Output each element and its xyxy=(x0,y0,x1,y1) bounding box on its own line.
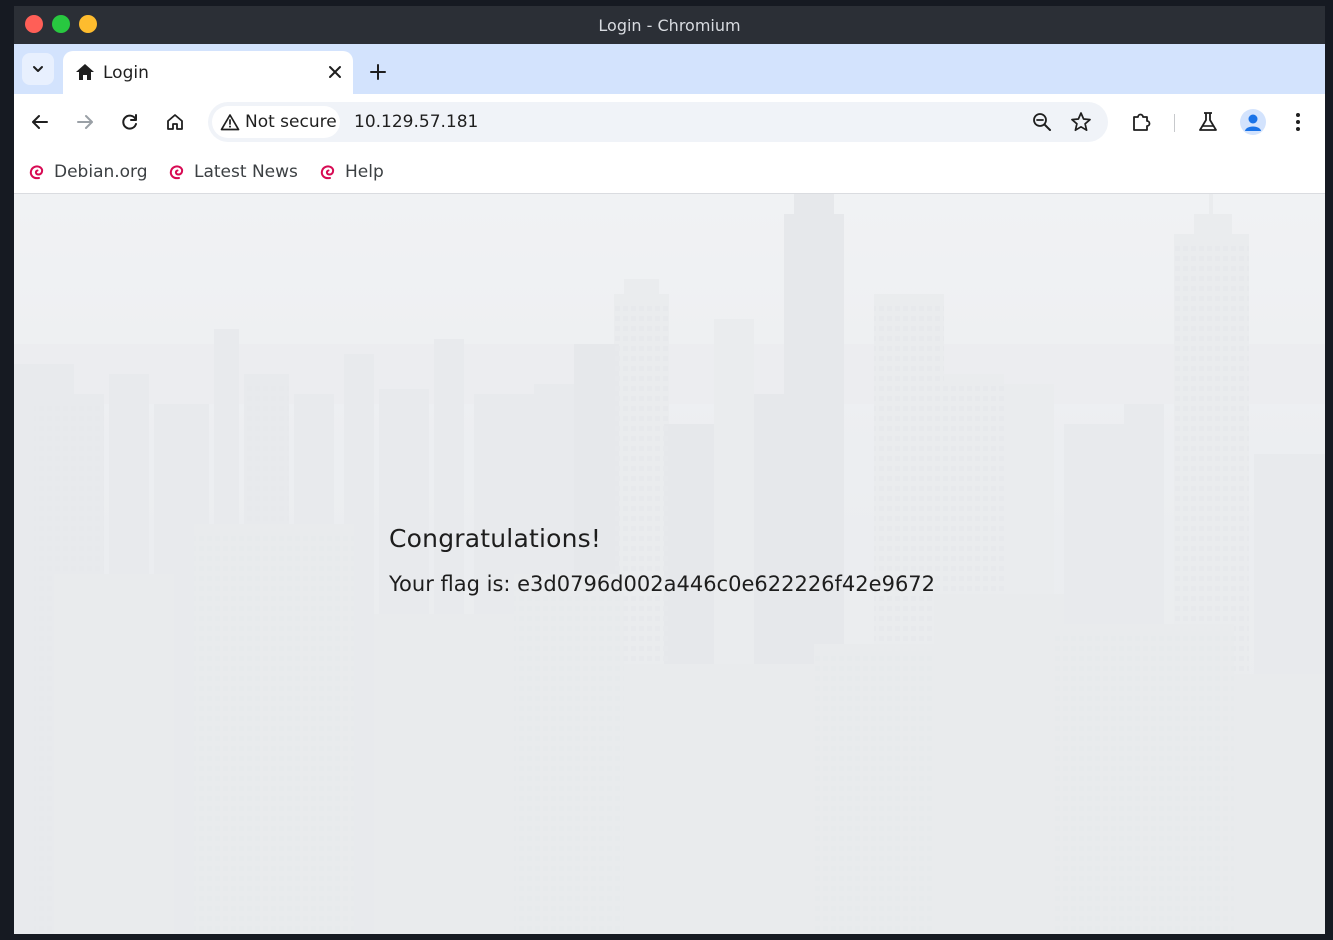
home-button[interactable] xyxy=(161,108,189,136)
tab-login[interactable]: Login xyxy=(63,51,353,94)
arrow-left-icon xyxy=(32,115,48,129)
navigation-toolbar: Not secure 10.129.57.181 xyxy=(14,94,1325,150)
debian-swirl-icon xyxy=(169,165,184,180)
plus-icon xyxy=(370,64,386,80)
menu-button[interactable] xyxy=(1284,108,1312,136)
flask-icon xyxy=(1199,112,1217,131)
tab-search-button[interactable] xyxy=(22,53,54,85)
star-icon xyxy=(1071,112,1091,132)
close-icon xyxy=(329,66,341,78)
home-outline-icon xyxy=(167,114,183,130)
warning-triangle-icon xyxy=(220,114,240,131)
bookmark-help[interactable]: Help xyxy=(319,160,384,184)
tab-close-button[interactable] xyxy=(325,61,345,83)
kebab-menu-icon xyxy=(1296,113,1300,131)
person-icon xyxy=(1245,114,1261,131)
flag-text: Your flag is: e3d0796d002a446c0e622226f4… xyxy=(389,572,936,596)
bookmarks-bar: Debian.org Latest News Help xyxy=(14,150,1325,194)
url-text[interactable]: 10.129.57.181 xyxy=(354,112,478,132)
address-bar[interactable]: Not secure 10.129.57.181 xyxy=(208,102,1108,142)
profile-avatar[interactable] xyxy=(1240,109,1266,135)
success-message: Congratulations! Your flag is: e3d0796d0… xyxy=(389,524,935,596)
extensions-button[interactable] xyxy=(1127,108,1155,136)
forward-button[interactable] xyxy=(71,108,99,136)
new-tab-button[interactable] xyxy=(366,60,390,84)
chevron-down-icon xyxy=(33,66,43,72)
zoom-button[interactable] xyxy=(1031,111,1053,133)
tab-title: Login xyxy=(103,63,149,83)
puzzle-piece-icon xyxy=(1133,113,1151,131)
bookmark-label: Debian.org xyxy=(54,162,148,182)
bookmark-debian-org[interactable]: Debian.org xyxy=(28,160,148,184)
browser-window: Login - Chromium Login Not secure 10.129… xyxy=(14,6,1325,934)
arrow-right-icon xyxy=(77,115,93,129)
security-label: Not secure xyxy=(245,112,337,132)
site-info-chip[interactable]: Not secure xyxy=(212,106,340,138)
congratulations-heading: Congratulations! xyxy=(389,524,602,553)
tab-strip: Login xyxy=(14,44,1325,94)
bookmark-latest-news[interactable]: Latest News xyxy=(168,160,298,184)
zoom-out-icon xyxy=(1033,113,1051,131)
labs-button[interactable] xyxy=(1194,108,1222,136)
debian-swirl-icon xyxy=(29,165,44,180)
debian-swirl-icon xyxy=(320,165,335,180)
reload-icon xyxy=(122,114,137,130)
toolbar-divider xyxy=(1174,114,1175,132)
home-icon xyxy=(75,63,95,85)
window-title: Login - Chromium xyxy=(598,16,741,35)
bookmark-label: Latest News xyxy=(194,162,298,182)
back-button[interactable] xyxy=(26,108,54,136)
page-viewport: Congratulations! Your flag is: e3d0796d0… xyxy=(14,194,1325,934)
title-bar: Login - Chromium xyxy=(14,6,1325,44)
bookmark-star-button[interactable] xyxy=(1070,111,1092,133)
reload-button[interactable] xyxy=(116,108,144,136)
bookmark-label: Help xyxy=(345,162,384,182)
